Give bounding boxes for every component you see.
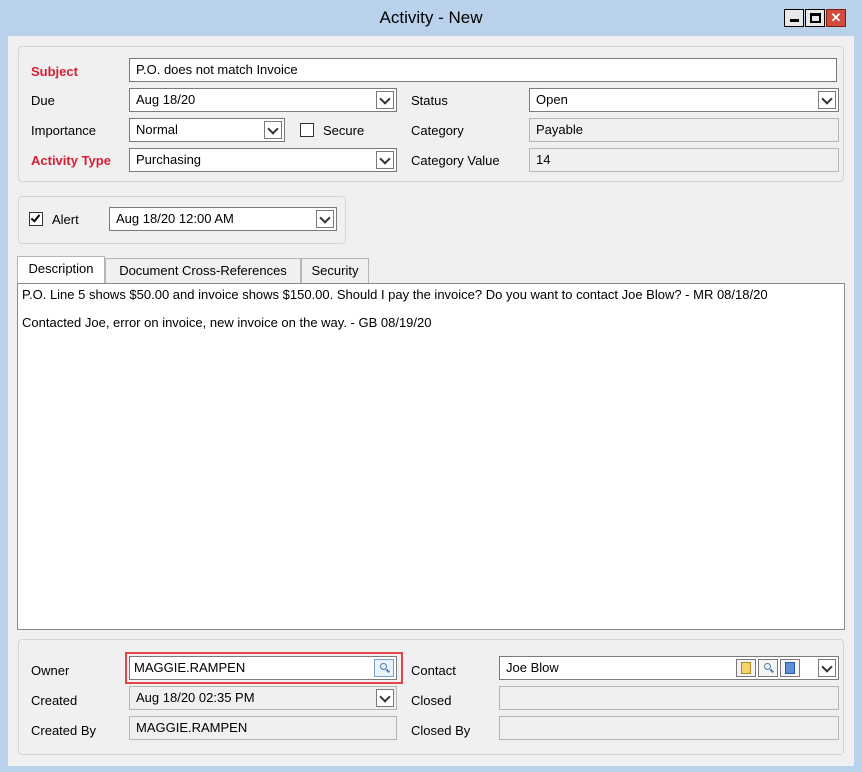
owner-label: Owner bbox=[31, 663, 70, 678]
new-contact-icon bbox=[741, 662, 751, 674]
created-by-label: Created By bbox=[31, 723, 97, 738]
due-value: Aug 18/20 bbox=[136, 92, 196, 107]
maximize-icon bbox=[810, 13, 821, 23]
closed-by-field bbox=[499, 716, 839, 740]
close-button[interactable]: ✕ bbox=[826, 9, 846, 27]
importance-value: Normal bbox=[136, 122, 178, 137]
description-line: P.O. Line 5 shows $50.00 and invoice sho… bbox=[22, 287, 768, 302]
tab-security[interactable]: Security bbox=[301, 258, 369, 283]
created-field: Aug 18/20 02:35 PM bbox=[129, 686, 397, 710]
alert-group: Alert Aug 18/20 12:00 AM bbox=[18, 196, 346, 244]
created-label: Created bbox=[31, 693, 78, 708]
activity-type-label: Activity Type bbox=[31, 153, 111, 168]
subject-field[interactable]: P.O. does not match Invoice bbox=[129, 58, 837, 82]
category-field: Payable bbox=[529, 118, 839, 142]
status-label: Status bbox=[411, 93, 448, 108]
check-icon bbox=[30, 212, 41, 223]
alert-checkbox[interactable] bbox=[29, 212, 43, 226]
activity-details-group: Subject P.O. does not match Invoice Due … bbox=[18, 46, 844, 182]
closed-label: Closed bbox=[411, 693, 452, 708]
due-label: Due bbox=[31, 93, 55, 108]
created-by-field: MAGGIE.RAMPEN bbox=[129, 716, 397, 740]
description-line: Contacted Joe, error on invoice, new inv… bbox=[22, 315, 432, 330]
close-icon: ✕ bbox=[830, 10, 842, 25]
tab-document-cross-references[interactable]: Document Cross-References bbox=[105, 258, 301, 283]
search-icon bbox=[380, 663, 387, 670]
importance-dropdown-button[interactable] bbox=[264, 121, 282, 139]
chevron-down-icon bbox=[821, 661, 833, 673]
chevron-down-icon bbox=[379, 691, 391, 703]
description-textarea[interactable]: P.O. Line 5 shows $50.00 and invoice sho… bbox=[17, 283, 845, 630]
minimize-button[interactable] bbox=[784, 9, 804, 27]
secure-label: Secure bbox=[323, 123, 365, 138]
created-value: Aug 18/20 02:35 PM bbox=[136, 690, 255, 705]
window-title: Activity - New bbox=[379, 8, 483, 27]
category-value-field: 14 bbox=[529, 148, 839, 172]
category-label: Category bbox=[411, 123, 464, 138]
activity-type-dropdown[interactable]: Purchasing bbox=[129, 148, 397, 172]
activity-type-dropdown-button[interactable] bbox=[376, 151, 394, 169]
status-dropdown-button[interactable] bbox=[818, 91, 836, 109]
owner-lookup-button[interactable] bbox=[374, 659, 394, 677]
status-dropdown[interactable]: Open bbox=[529, 88, 839, 112]
contact-open-button[interactable] bbox=[780, 659, 800, 677]
chevron-down-icon bbox=[319, 212, 331, 224]
secure-checkbox[interactable] bbox=[300, 123, 314, 137]
tab-strip: Description Document Cross-References Se… bbox=[17, 256, 845, 284]
contact-value: Joe Blow bbox=[506, 660, 559, 675]
due-dropdown[interactable]: Aug 18/20 bbox=[129, 88, 397, 112]
contact-label: Contact bbox=[411, 663, 456, 678]
maximize-button[interactable] bbox=[805, 9, 825, 27]
title-bar: Activity - New ✕ bbox=[0, 0, 862, 36]
minimize-icon bbox=[790, 19, 799, 22]
owner-field[interactable]: MAGGIE.RAMPEN bbox=[129, 656, 397, 680]
open-contact-icon bbox=[785, 662, 795, 674]
owner-value: MAGGIE.RAMPEN bbox=[134, 660, 246, 675]
search-icon bbox=[764, 663, 771, 670]
ownership-group: Owner MAGGIE.RAMPEN Contact Joe Blow Cre… bbox=[18, 639, 844, 755]
alert-dropdown-button[interactable] bbox=[316, 210, 334, 228]
contact-dropdown-button[interactable] bbox=[818, 659, 836, 677]
tab-description[interactable]: Description bbox=[17, 256, 105, 283]
closed-field bbox=[499, 686, 839, 710]
contact-new-button[interactable] bbox=[736, 659, 756, 677]
alert-label: Alert bbox=[52, 212, 79, 227]
importance-label: Importance bbox=[31, 123, 97, 138]
alert-datetime-value: Aug 18/20 12:00 AM bbox=[116, 211, 234, 226]
alert-datetime-dropdown[interactable]: Aug 18/20 12:00 AM bbox=[109, 207, 337, 231]
due-dropdown-button[interactable] bbox=[376, 91, 394, 109]
chevron-down-icon bbox=[379, 153, 391, 165]
status-value: Open bbox=[536, 92, 568, 107]
chevron-down-icon bbox=[267, 123, 279, 135]
importance-dropdown[interactable]: Normal bbox=[129, 118, 285, 142]
subject-label: Subject bbox=[31, 64, 78, 79]
chevron-down-icon bbox=[821, 93, 833, 105]
window-client: Subject P.O. does not match Invoice Due … bbox=[8, 36, 854, 766]
contact-lookup-button[interactable] bbox=[758, 659, 778, 677]
contact-field[interactable]: Joe Blow bbox=[499, 656, 839, 680]
activity-type-value: Purchasing bbox=[136, 152, 202, 167]
category-value-label: Category Value bbox=[411, 153, 500, 168]
created-dropdown-button bbox=[376, 689, 394, 707]
chevron-down-icon bbox=[379, 93, 391, 105]
closed-by-label: Closed By bbox=[411, 723, 471, 738]
